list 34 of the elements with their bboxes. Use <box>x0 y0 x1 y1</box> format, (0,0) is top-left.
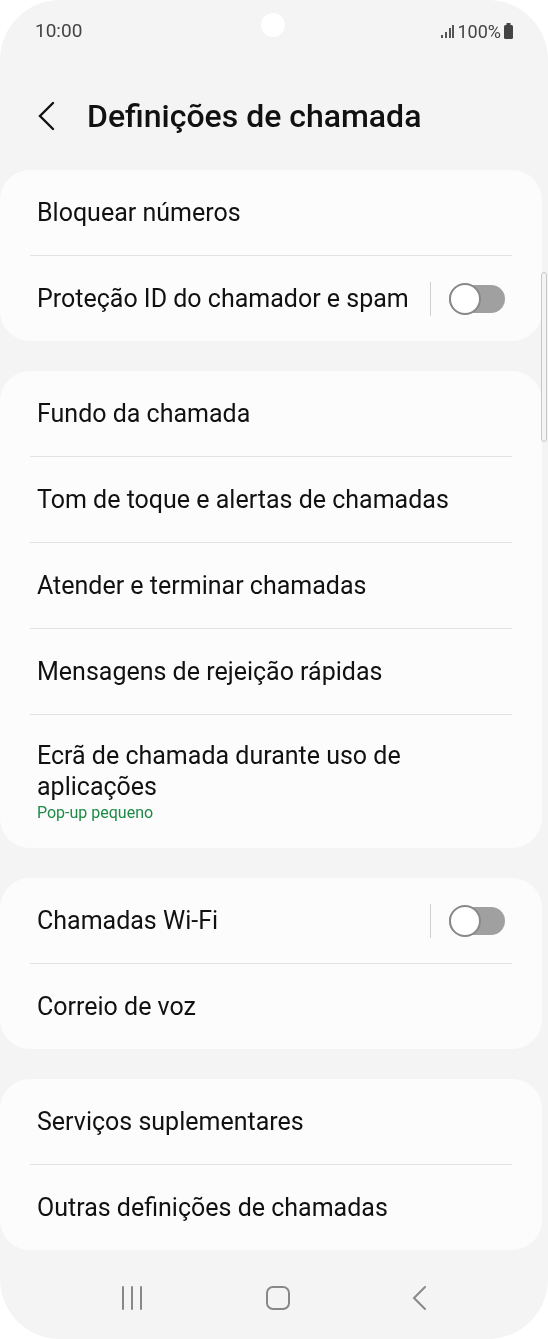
battery-percent: 100% <box>457 19 501 44</box>
toggle-switch[interactable] <box>449 906 505 935</box>
battery-icon <box>504 23 513 39</box>
setting-label: Atender e terminar chamadas <box>37 570 368 601</box>
page-title: Definições de chamada <box>87 96 422 137</box>
setting-row[interactable]: Ecrã de chamada durante uso de aplicações Pop-up pequeno <box>30 715 512 848</box>
setting-label: Serviços suplementares <box>37 1106 305 1137</box>
setting-label: Ecrã de chamada durante uso de aplicações <box>37 739 402 802</box>
setting-label: Proteção ID do chamador e spam <box>37 283 410 314</box>
setting-row[interactable]: Outras definições de chamadas <box>30 1165 512 1250</box>
setting-row[interactable]: Atender e terminar chamadas <box>30 543 512 628</box>
setting-row[interactable]: Serviços suplementares <box>30 1079 512 1164</box>
setting-row[interactable]: Mensagens de rejeição rápidas <box>30 629 512 714</box>
chevron-left-icon <box>37 101 55 131</box>
setting-subtitle: Pop-up pequeno <box>37 801 155 824</box>
setting-row[interactable]: Proteção ID do chamador e spam <box>30 256 512 341</box>
setting-label: Chamadas Wi-Fi <box>37 905 220 936</box>
home-icon <box>265 1285 291 1311</box>
toggle-switch[interactable] <box>449 284 505 313</box>
back-icon <box>411 1285 428 1311</box>
status-time: 10:00 <box>35 17 83 44</box>
setting-label: Mensagens de rejeição rápidas <box>37 656 384 687</box>
setting-row[interactable]: Fundo da chamada <box>30 371 512 456</box>
setting-row[interactable]: Correio de voz <box>30 964 512 1049</box>
recent-apps-icon <box>120 1285 145 1311</box>
setting-label: Tom de toque e alertas de chamadas <box>37 484 450 515</box>
setting-row[interactable]: Tom de toque e alertas de chamadas <box>30 457 512 542</box>
setting-label: Fundo da chamada <box>37 398 252 429</box>
setting-label: Correio de voz <box>37 991 197 1022</box>
setting-label: Bloquear números <box>37 197 242 228</box>
signal-icon <box>440 24 455 38</box>
setting-label: Outras definições de chamadas <box>37 1192 389 1223</box>
setting-row[interactable]: Bloquear números <box>30 170 512 255</box>
setting-row[interactable]: Chamadas Wi-Fi <box>30 878 512 963</box>
